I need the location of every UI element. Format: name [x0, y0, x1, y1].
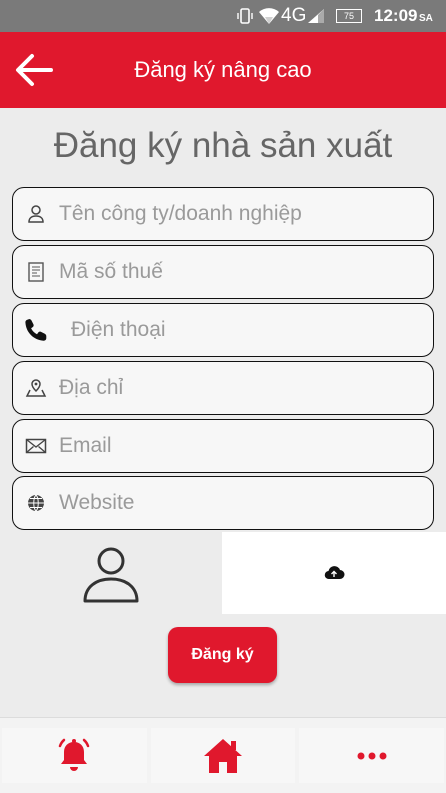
app-bar-title: Đăng ký nâng cao — [134, 57, 312, 82]
back-button[interactable] — [10, 48, 56, 92]
battery-icon: 75 — [336, 0, 366, 32]
status-bar: 4G 75 12:09 SA — [0, 0, 446, 32]
nav-notifications[interactable] — [2, 728, 147, 783]
tax-code-field[interactable] — [12, 245, 434, 299]
phone-input[interactable] — [71, 318, 431, 342]
register-button[interactable]: Đăng ký — [168, 627, 277, 683]
user-avatar-icon — [83, 547, 139, 603]
phone-icon — [13, 317, 59, 343]
nav-more[interactable] — [299, 728, 445, 783]
map-pin-icon — [13, 378, 59, 398]
phone-field[interactable] — [12, 303, 434, 357]
more-icon — [357, 752, 387, 759]
address-field[interactable] — [12, 361, 434, 415]
vibrate-icon — [236, 0, 256, 32]
address-input[interactable] — [59, 376, 419, 400]
email-field[interactable] — [12, 419, 434, 473]
cloud-upload-icon — [324, 566, 345, 580]
globe-icon — [13, 493, 59, 513]
website-field[interactable] — [12, 476, 434, 530]
app-bar: Đăng ký nâng cao — [0, 32, 446, 108]
company-field[interactable] — [12, 187, 434, 241]
home-icon — [204, 738, 242, 773]
clock-time: 12:09 — [374, 6, 418, 25]
wifi-icon — [258, 0, 280, 32]
signal-icon — [307, 0, 327, 32]
clock-ampm: SA — [419, 12, 433, 24]
email-input[interactable] — [59, 434, 419, 458]
battery-level: 75 — [336, 9, 362, 23]
avatar-placeholder[interactable] — [0, 532, 222, 614]
mail-icon — [13, 438, 59, 454]
page-title: Đăng ký nhà sản xuất — [53, 126, 393, 165]
website-input[interactable] — [59, 491, 419, 515]
document-icon — [13, 261, 59, 283]
arrow-left-icon — [16, 54, 53, 86]
bell-icon — [59, 738, 90, 771]
upload-image-area[interactable] — [222, 532, 446, 614]
company-input[interactable] — [59, 202, 419, 226]
network-type: 4G — [281, 5, 307, 26]
nav-home[interactable] — [150, 728, 296, 783]
tax-code-input[interactable] — [59, 260, 419, 284]
person-icon — [13, 204, 59, 224]
bottom-nav — [0, 717, 446, 793]
